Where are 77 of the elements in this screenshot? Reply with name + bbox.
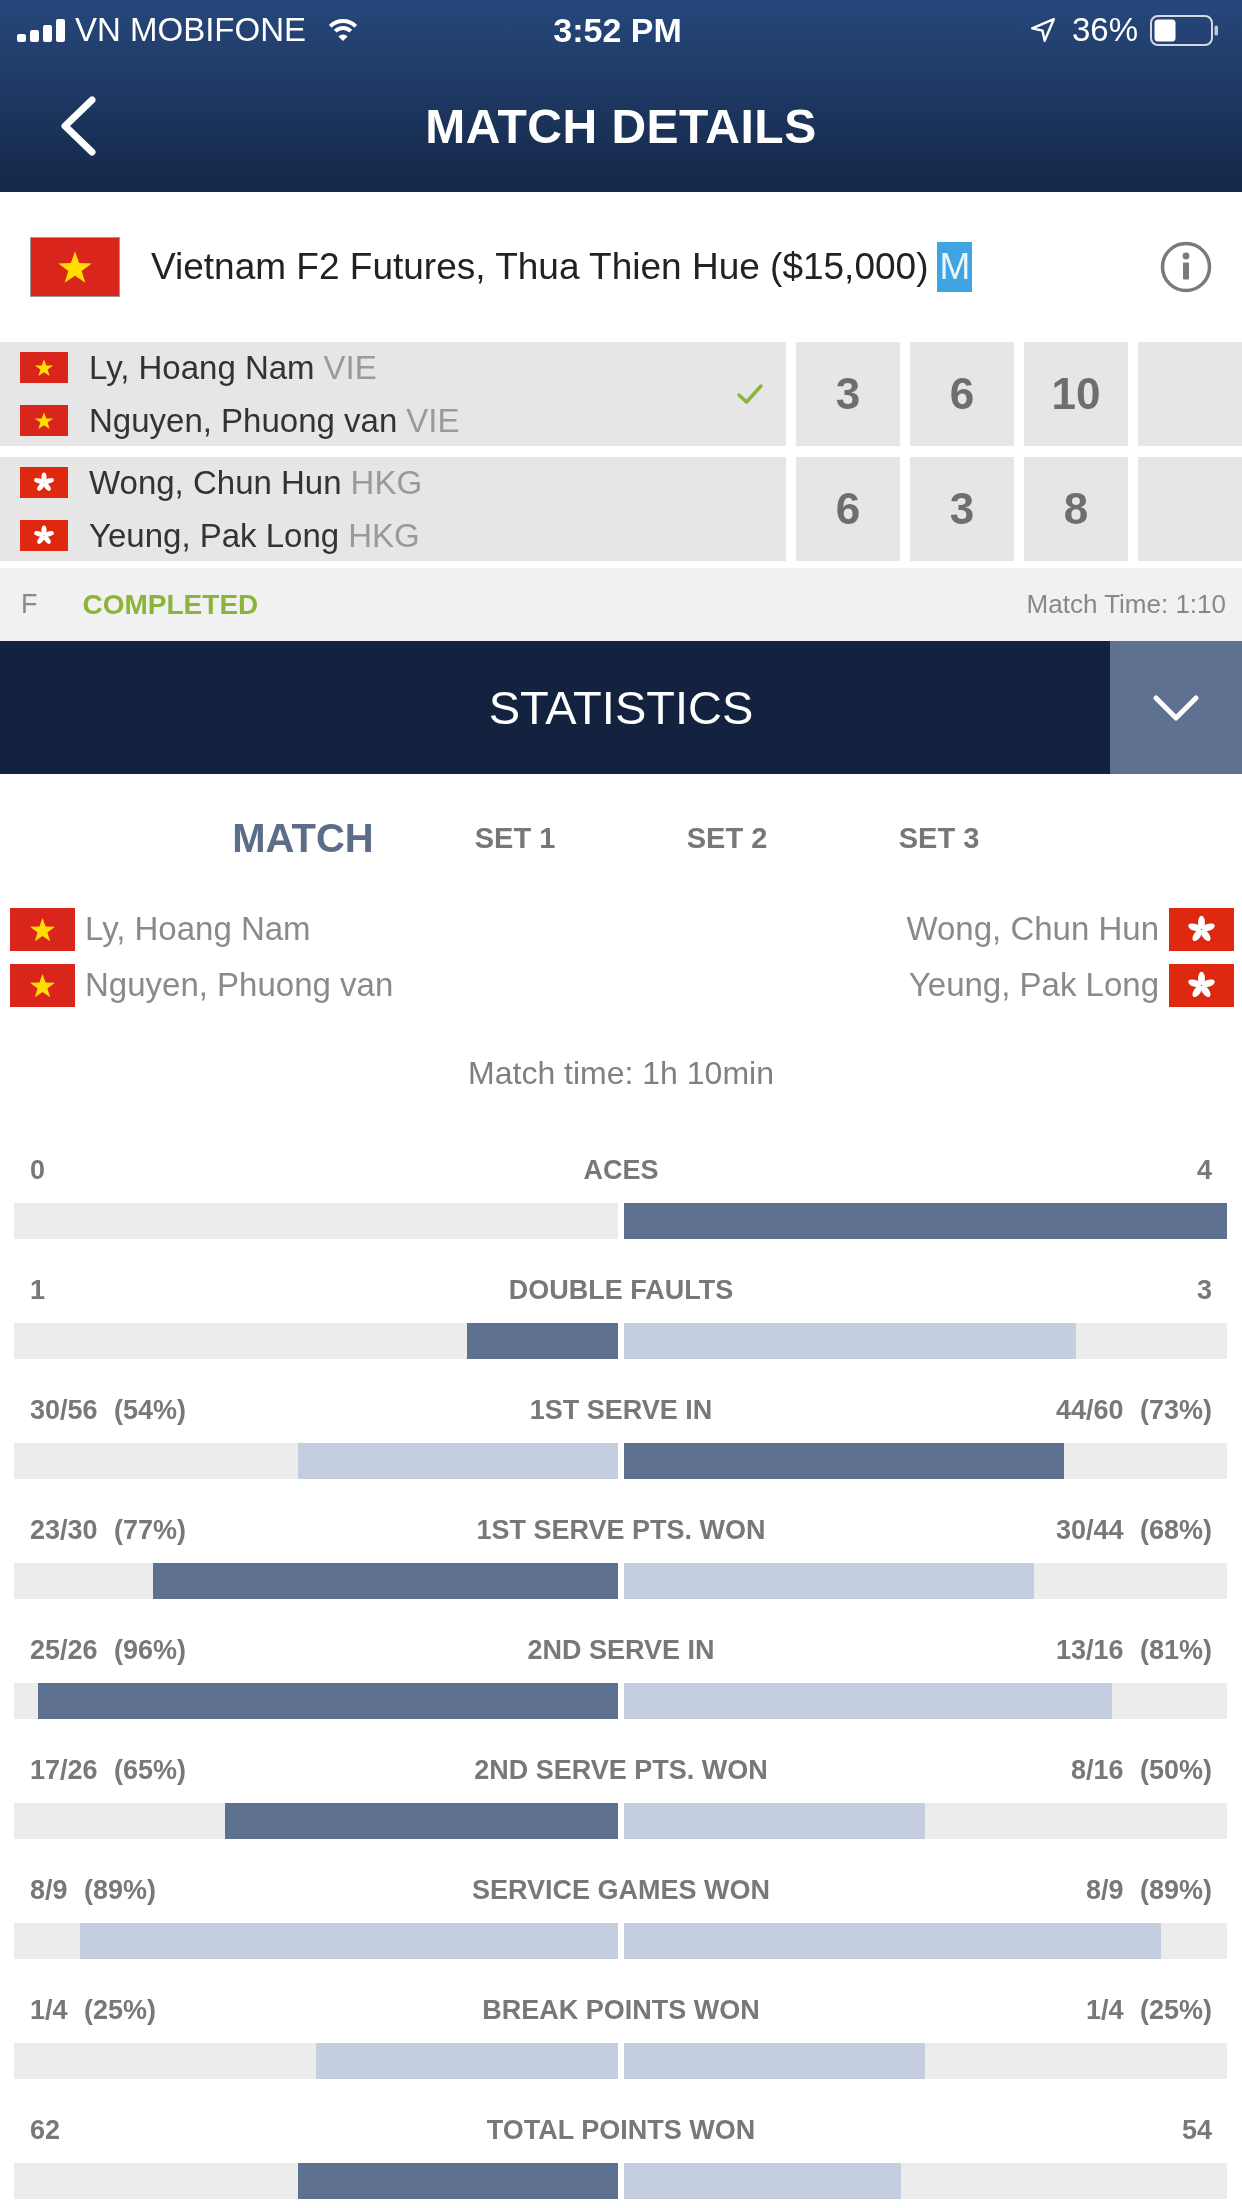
letter-badge: M [937,242,973,292]
flag-icon [1169,907,1234,951]
flag-icon [20,405,68,436]
stat-label: 1ST SERVE IN [529,1394,713,1426]
stat-value: 25/26 (96%) [30,1634,188,1666]
flag-icon [20,520,68,551]
match-state: COMPLETED [82,588,259,621]
player-name: Ly, Hoang Nam [89,348,315,387]
stat-value: 0 [30,1154,47,1186]
stat-value: 8/9 (89%) [30,1874,158,1906]
tab[interactable]: SET 3 [833,814,1045,862]
match-time-text: Match time: 1h 10min [467,1054,775,1093]
back-icon [59,95,97,157]
score-cell: 3 [910,457,1014,561]
stat-value: 13/16 (81%) [1054,1634,1212,1666]
flag-icon [20,352,68,383]
stat-label: 1ST SERVE PTS. WON [476,1514,766,1546]
stat-value: 8/16 (50%) [1069,1754,1212,1786]
flag-icon [20,467,68,498]
stat-label: TOTAL POINTS WON [486,2114,756,2146]
player-name: Nguyen, Phuong van [85,966,394,1004]
score-cell: 8 [1024,457,1128,561]
match-duration: Match Time: 1:10 [1026,589,1226,620]
country-code: HKG [348,516,420,555]
player-name: Wong, Chun Hun [906,910,1159,948]
stat-label: 2ND SERVE IN [527,1634,715,1666]
tab[interactable]: SET 2 [621,814,833,862]
tab[interactable]: SET 1 [409,814,621,862]
score-cell: 10 [1024,342,1128,446]
stat-label: 2ND SERVE PTS. WON [474,1754,768,1786]
stat-value: 3 [1195,1274,1212,1306]
clock-time: 3:52 PM [553,10,682,50]
player-name: Yeung, Pak Long [89,516,340,555]
player-name: Yeung, Pak Long [908,966,1159,1004]
round-label: F [21,589,38,620]
carrier-name: VN MOBIFONE [75,10,307,50]
stat-label: DOUBLE FAULTS [508,1274,734,1306]
stat-value: 1/4 (25%) [30,1994,158,2026]
chevron-down-icon [1152,693,1200,722]
player-name: Wong, Chun Hun [89,463,342,502]
stat-value: 1/4 (25%) [1084,1994,1212,2026]
info-icon [1160,241,1212,293]
stat-label: BREAK POINTS WON [482,1994,760,2026]
player-name: Ly, Hoang Nam [85,910,311,948]
tab[interactable]: MATCH [197,814,409,862]
stat-value: 1 [30,1274,47,1306]
country-code: HKG [350,463,423,502]
page-title: MATCH DETAILS [424,98,818,154]
stat-value: 4 [1195,1154,1212,1186]
stat-value: 17/26 (65%) [30,1754,188,1786]
flag-icon [1169,963,1234,1007]
stat-value: 54 [1180,2114,1212,2146]
stat-value: 23/30 (77%) [30,1514,188,1546]
stat-value: 44/60 (73%) [1054,1394,1212,1426]
stat-value: 30/44 (68%) [1054,1514,1212,1546]
score-cell: 6 [796,457,900,561]
country-code: VIE [406,401,460,440]
info-button[interactable] [1160,241,1212,293]
stat-label: ACES [583,1154,659,1186]
stat-value: 30/56 (54%) [30,1394,188,1426]
stat-value: 8/9 (89%) [1084,1874,1212,1906]
player-name: Nguyen, Phuong van [89,401,398,440]
back-button[interactable] [59,95,97,157]
score-cell: 6 [910,342,1014,446]
score-cell: 3 [796,342,900,446]
flag-icon [30,237,120,297]
battery-icon [1150,14,1218,46]
flag-icon [10,963,75,1007]
location-arrow-icon [1029,17,1056,43]
tournament-name: Vietnam F2 Futures, Thua Thien Hue ($15,000) [151,246,929,288]
flag-icon [10,907,75,951]
country-code: VIE [323,348,377,387]
stat-value: 62 [30,2114,62,2146]
section-title: STATISTICS [488,680,754,735]
battery-percent: 36% [1071,10,1138,50]
stat-label: SERVICE GAMES WON [471,1874,770,1906]
signal-icon [17,18,65,42]
